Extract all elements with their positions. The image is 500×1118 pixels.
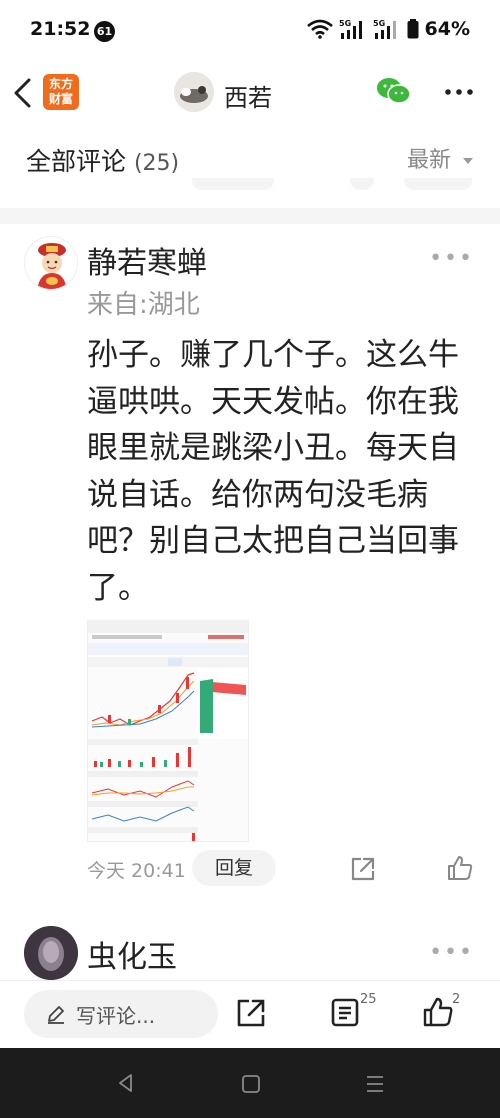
battery-level: 64% [424, 18, 470, 40]
comment-time: 今天 20:41 [87, 860, 186, 882]
comment-location: 来自:湖北 [87, 290, 200, 320]
write-comment-input[interactable]: 写评论... [24, 990, 218, 1038]
write-comment-placeholder: 写评论... [76, 1003, 156, 1028]
nav-back-icon[interactable] [116, 1073, 136, 1093]
sort-dropdown[interactable]: 最新 [407, 142, 474, 174]
battery-icon [407, 19, 419, 39]
comments-section-title: 全部评论 (25) [26, 142, 179, 178]
comment-author[interactable]: 静若寒蝉 [87, 238, 207, 282]
signal-5g-icon: 5G [339, 19, 362, 39]
status-time: 21:52 [30, 18, 91, 40]
svg-text:5G: 5G [373, 19, 385, 28]
like-button[interactable] [422, 996, 454, 1032]
status-icons: 5G 5G 64% [306, 18, 470, 40]
next-commenter-avatar[interactable] [24, 926, 78, 980]
comment-text: 孙子。赚了几个子。这么牛逼哄哄。天天发帖。你在我眼里就是跳梁小丑。每天自说自话。… [87, 337, 459, 606]
wifi-icon [306, 19, 333, 39]
section-divider [0, 208, 500, 224]
comments-button[interactable] [330, 996, 360, 1032]
previous-item-peek [192, 178, 274, 190]
thumbs-up-icon [423, 997, 453, 1027]
logo-text-1: 东方 [48, 77, 73, 91]
sort-label: 最新 [406, 148, 451, 173]
next-comment-more-icon[interactable]: ••• [429, 940, 474, 965]
next-comment-author[interactable]: 虫化玉 [87, 932, 177, 976]
caret-down-icon [463, 158, 473, 164]
previous-item-peek-3 [404, 178, 472, 190]
reply-button[interactable]: 回复 [192, 850, 276, 886]
comment-count-badge: 25 [360, 992, 377, 1007]
comment-more-icon[interactable]: ••• [429, 246, 474, 271]
comments-title-label: 全部评论 [26, 147, 127, 176]
app-logo: 东方 财富 [43, 74, 79, 110]
like-icon[interactable] [446, 854, 474, 882]
svg-text:5G: 5G [339, 19, 351, 28]
back-arrow-icon[interactable] [12, 78, 34, 108]
nav-home-icon[interactable] [241, 1074, 261, 1094]
previous-item-peek-2 [350, 178, 374, 190]
commenter-avatar[interactable] [24, 236, 78, 290]
wechat-share-icon[interactable] [376, 76, 412, 106]
logo-text-2: 财富 [48, 92, 73, 106]
pencil-icon [48, 1006, 64, 1024]
like-count-badge: 2 [452, 992, 461, 1007]
author-avatar[interactable] [174, 72, 214, 112]
forward-share-icon[interactable] [236, 998, 266, 1028]
comment-image-stock-chart[interactable] [87, 620, 249, 842]
notification-badge: 61 [94, 21, 115, 42]
comment-list-icon [331, 998, 359, 1027]
nav-recents-icon[interactable] [364, 1074, 386, 1094]
more-options-icon[interactable] [444, 88, 474, 96]
share-icon[interactable] [350, 856, 376, 882]
header-title: 西若 [224, 84, 272, 112]
signal-5g-icon-2: 5G [373, 19, 396, 39]
comments-count: (25) [133, 151, 180, 176]
